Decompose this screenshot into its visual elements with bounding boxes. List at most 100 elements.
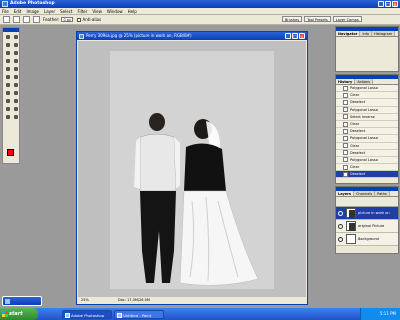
taskbar-button-photoshop[interactable]: Adobe Photoshop <box>62 309 112 319</box>
groom-vest <box>139 133 177 192</box>
shape-tool-icon[interactable] <box>13 97 20 104</box>
history-state-icon <box>343 114 348 120</box>
history-item[interactable]: Polygonal Lasso <box>336 106 398 114</box>
tab-actions[interactable]: Actions <box>355 79 374 84</box>
clock[interactable]: 5:11 PM <box>380 311 396 316</box>
history-state-icon <box>343 150 348 156</box>
zoom-level[interactable]: 25% <box>81 298 89 302</box>
lasso-tool-icon[interactable] <box>5 41 12 48</box>
brush-tool-icon[interactable] <box>13 57 20 64</box>
history-item[interactable]: Clear <box>336 120 398 129</box>
marquee-tool-icon[interactable] <box>5 33 12 40</box>
history-item[interactable]: Clear <box>336 142 398 150</box>
feather-input[interactable]: 0 px <box>61 17 74 22</box>
subtract-selection-icon[interactable] <box>33 16 40 23</box>
minimized-document[interactable] <box>2 296 42 306</box>
menu-select[interactable]: Select <box>60 9 72 14</box>
menu-filter[interactable]: Filter <box>77 9 87 14</box>
eraser-tool-icon[interactable] <box>5 73 12 80</box>
crop-tool-icon[interactable] <box>5 49 12 56</box>
minimize-icon[interactable]: _ <box>378 1 384 7</box>
slice-tool-icon[interactable] <box>13 49 20 56</box>
well-layer-comps-tab[interactable]: Layer Comps <box>332 16 362 22</box>
app-title: Adobe Photoshop <box>10 1 55 6</box>
tab-info[interactable]: Info <box>360 31 373 36</box>
menu-edit[interactable]: Edit <box>14 9 22 14</box>
menu-layer[interactable]: Layer <box>44 9 55 14</box>
history-state-icon <box>343 107 348 113</box>
maximize-icon[interactable]: □ <box>385 1 391 7</box>
doc-maximize-icon[interactable]: □ <box>292 33 298 39</box>
layer-row[interactable]: original Picture <box>336 220 398 233</box>
hand-tool-icon[interactable] <box>5 113 12 120</box>
doc-minimize-icon[interactable]: _ <box>285 33 291 39</box>
history-item[interactable]: Polygonal Lasso <box>336 135 398 143</box>
layers-panel: Layers Channels Paths picture in work on… <box>335 186 399 254</box>
new-selection-icon[interactable] <box>13 16 20 23</box>
history-state-icon <box>343 99 348 105</box>
add-selection-icon[interactable] <box>23 16 30 23</box>
document-window: Perry 309sa.jpg @ 25% (picture in work o… <box>76 31 308 305</box>
history-item[interactable]: Polygonal Lasso <box>336 85 398 93</box>
blur-tool-icon[interactable] <box>5 81 12 88</box>
groom-head <box>149 113 165 131</box>
history-item[interactable]: Deselect <box>336 128 398 136</box>
history-item[interactable]: Deselect <box>336 149 398 157</box>
move-tool-icon[interactable] <box>13 33 20 40</box>
magic-wand-tool-icon[interactable] <box>13 41 20 48</box>
menu-help[interactable]: Help <box>128 9 137 14</box>
menu-window[interactable]: Window <box>107 9 123 14</box>
foreground-color-swatch[interactable] <box>7 149 14 156</box>
photo-canvas[interactable] <box>110 51 274 289</box>
visibility-eye-icon[interactable] <box>338 236 343 242</box>
tab-history[interactable]: History <box>336 79 356 84</box>
tab-channels[interactable]: Channels <box>353 191 376 196</box>
well-tool-presets-tab[interactable]: Tool Presets <box>304 16 331 22</box>
layer-row-selected[interactable]: picture in work on <box>336 207 398 220</box>
tab-navigator[interactable]: Navigator <box>336 31 361 36</box>
history-item[interactable]: Polygonal Lasso <box>336 156 398 165</box>
canvas-area[interactable] <box>78 41 306 297</box>
visibility-eye-icon[interactable] <box>338 223 343 229</box>
palette-well: Brushes Tool Presets Layer Comps <box>282 16 364 22</box>
layer-thumbnail <box>346 208 356 218</box>
start-button[interactable]: start <box>0 308 38 320</box>
bride-jacket <box>184 143 226 191</box>
path-selection-tool-icon[interactable] <box>5 89 12 96</box>
history-item[interactable]: Clear <box>336 92 398 100</box>
menu-image[interactable]: Image <box>26 9 39 14</box>
layer-row[interactable]: Background <box>336 233 398 246</box>
visibility-eye-icon[interactable] <box>338 210 343 216</box>
doc-close-icon[interactable]: × <box>299 33 305 39</box>
taskbar-button-paint[interactable]: Untitled - Paint <box>114 309 164 319</box>
layers-blend-controls[interactable] <box>336 197 398 207</box>
lasso-tool-preset-icon[interactable] <box>3 16 10 23</box>
tab-layers[interactable]: Layers <box>336 191 354 196</box>
doc-size[interactable]: Doc: 17.0M/26.0M <box>118 297 150 303</box>
history-item[interactable]: Select Inverse <box>336 113 398 121</box>
close-icon[interactable]: × <box>392 1 398 7</box>
history-state-icon <box>343 143 348 149</box>
history-brush-tool-icon[interactable] <box>13 65 20 72</box>
clone-stamp-tool-icon[interactable] <box>5 65 12 72</box>
history-item[interactable]: Deselect <box>336 99 398 107</box>
healing-brush-tool-icon[interactable] <box>5 57 12 64</box>
document-status-bar: 25% Doc: 17.0M/26.0M <box>78 297 306 303</box>
dodge-tool-icon[interactable] <box>13 81 20 88</box>
tab-paths[interactable]: Paths <box>375 191 390 196</box>
zoom-tool-icon[interactable] <box>13 113 20 120</box>
pen-tool-icon[interactable] <box>5 97 12 104</box>
eyedropper-tool-icon[interactable] <box>13 105 20 112</box>
history-item[interactable]: Clear <box>336 164 398 172</box>
toolbox <box>2 27 20 164</box>
menu-file[interactable]: File <box>2 9 9 14</box>
antialias-checkbox[interactable] <box>77 17 82 22</box>
well-brushes-tab[interactable]: Brushes <box>282 16 303 22</box>
menu-view[interactable]: View <box>92 9 102 14</box>
tab-histogram[interactable]: Histogram <box>372 31 396 36</box>
history-item-selected[interactable]: Deselect <box>336 171 398 179</box>
gradient-tool-icon[interactable] <box>13 73 20 80</box>
type-tool-icon[interactable] <box>13 89 20 96</box>
layer-thumbnail <box>346 234 356 244</box>
notes-tool-icon[interactable] <box>5 105 12 112</box>
